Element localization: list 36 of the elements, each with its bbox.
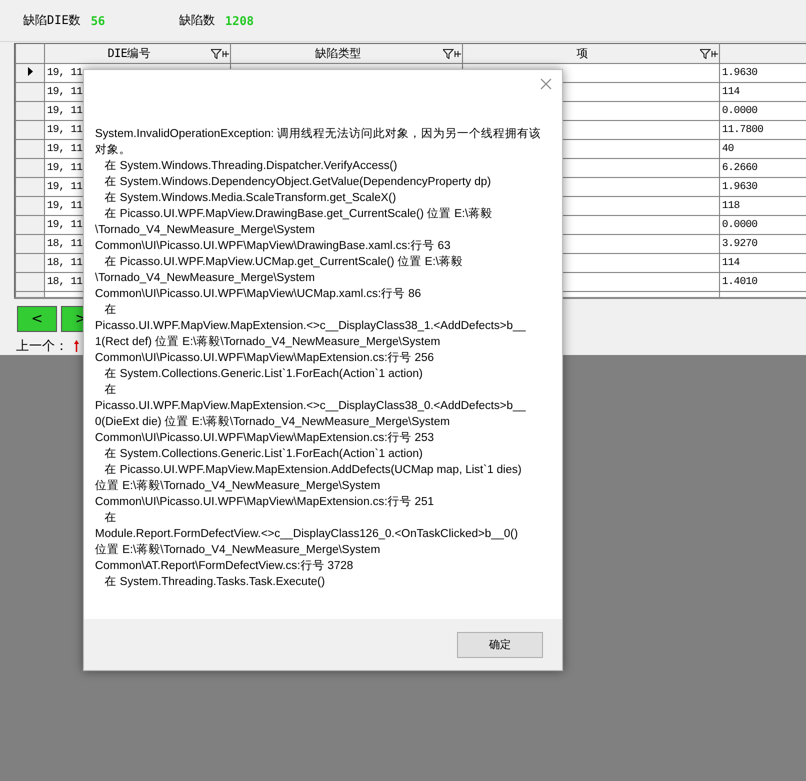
column-header[interactable]: 缺陷类型 [230, 44, 462, 64]
row-header[interactable] [16, 64, 44, 82]
prev-label: 上一个： [16, 338, 68, 355]
error-message-line: 在 System.Threading.Tasks.Task.Execute() [104, 574, 326, 590]
summary-label: 缺陷数 [179, 12, 215, 29]
error-message-line: Common\UI\Picasso.UI.WPF\MapView\MapExtension.cs:行号 256 [95, 351, 435, 366]
error-message-line: 在 [104, 510, 118, 526]
error-message-line: 在 System.Collections.Generic.List`1.ForEach(Action`1 action) [104, 366, 424, 382]
up-arrow-icon [74, 340, 79, 352]
close-icon[interactable] [540, 78, 552, 90]
error-message-line: Picasso.UI.WPF.MapView.MapExtension.<>c__DisplayClass38_0.<AddDefects>b__ [95, 399, 527, 414]
error-message-line: 在 Picasso.UI.WPF.MapView.MapExtension.AddDefects(UCMap map, List`1 dies) [104, 462, 523, 478]
error-message-line: 1(Rect def) 位置 E:\蒋毅\Tornado_V4_NewMeasure_Merge\System [95, 334, 442, 350]
summary-label: 缺陷DIE数 [23, 12, 81, 29]
summary-count: 1208 [225, 14, 254, 28]
row-header-corner [16, 44, 44, 64]
error-message-line: Module.Report.FormDefectView.<>c__DisplayClass126_0.<OnTaskClicked>b__0() [95, 527, 519, 542]
current-row-icon [28, 66, 32, 76]
error-message-line: 在 [104, 302, 118, 318]
error-message-line: Common\UI\Picasso.UI.WPF\MapView\MapExtension.cs:行号 253 [95, 431, 435, 446]
error-message-line: Common\AT.Report\FormDefectView.cs:行号 3728 [95, 559, 354, 574]
error-message-line: 在 [104, 382, 118, 398]
nav-button[interactable]: < [17, 306, 57, 332]
filter-icon[interactable] [700, 48, 718, 58]
error-message-line: 位置 E:\蒋毅\Tornado_V4_NewMeasure_Merge\System [95, 542, 382, 558]
column-header[interactable]: 项 [462, 44, 720, 64]
filter-icon[interactable] [443, 48, 462, 58]
error-message-line: 位置 E:\蒋毅\Tornado_V4_NewMeasure_Merge\System [95, 478, 382, 494]
error-message-line: 0(DieExt die) 位置 E:\蒋毅\Tornado_V4_NewMeasure_Merge\System [95, 414, 451, 430]
filter-icon[interactable] [211, 48, 230, 58]
error-message-line: Common\UI\Picasso.UI.WPF\MapView\MapExtension.cs:行号 251 [95, 495, 435, 510]
ok-button[interactable]: 确定 [457, 632, 543, 658]
summary-count: 56 [90, 14, 106, 28]
error-message-line: 在 System.Collections.Generic.List`1.ForEach(Action`1 action) [104, 446, 424, 462]
column-header[interactable]: DIE编号 [44, 44, 230, 64]
error-message-line: 对象。 [95, 142, 132, 158]
